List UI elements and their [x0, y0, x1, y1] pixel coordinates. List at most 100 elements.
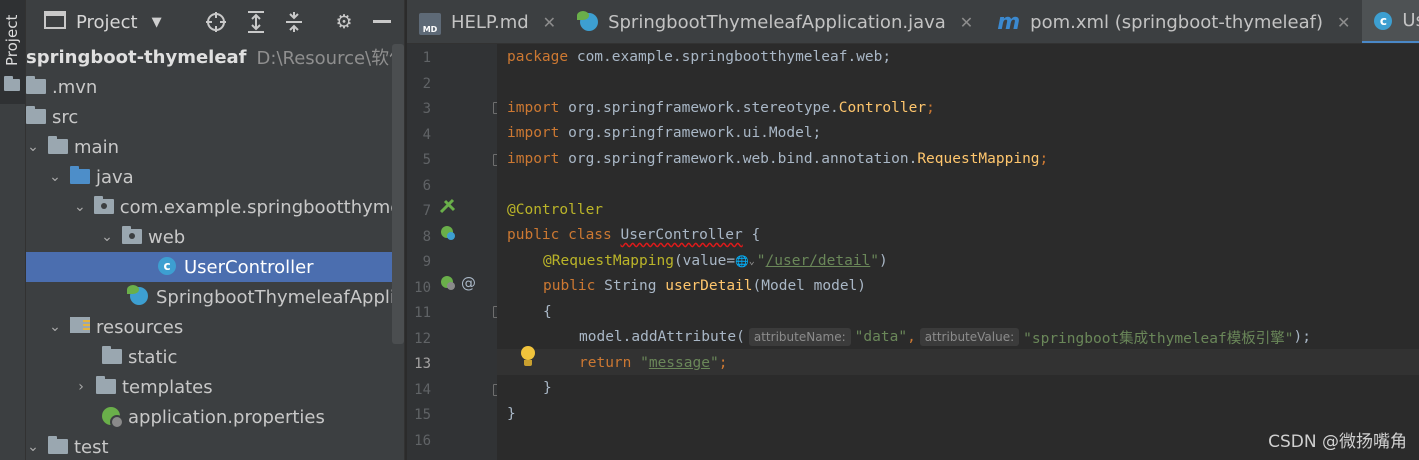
tree-item-label: src — [52, 106, 79, 128]
folder-icon — [26, 106, 46, 127]
tree-item-resources[interactable]: ⌄ resources — [26, 312, 404, 342]
line-number: 2 — [422, 76, 431, 92]
code-line-7: @Controller — [507, 202, 604, 218]
code-line-12: model.addAttribute(attributeName: "data",… — [579, 328, 1311, 347]
tree-item-usercontroller[interactable]: c UserController — [26, 252, 404, 282]
spring-bean-gutter-icon[interactable] — [439, 198, 457, 220]
code-line-10: public String userDetail (Model model) — [543, 278, 867, 294]
lightbulb-icon[interactable] — [519, 346, 537, 368]
code-line-4: import org.springframework.ui.Model; — [507, 125, 822, 141]
line-number: 1 — [422, 50, 431, 66]
chevron-down-icon[interactable]: ⌄ — [48, 319, 62, 335]
line-number: 8 — [422, 229, 431, 245]
code-editor[interactable]: package com.example.springbootthymeleaf.… — [497, 44, 1419, 460]
tree-item-label: web — [148, 226, 186, 248]
close-icon[interactable]: ✕ — [960, 13, 973, 32]
watermark: CSDN @微扬嘴角 — [1268, 432, 1407, 452]
package-icon — [122, 226, 142, 247]
tree-item-springboot-thymeleaf[interactable]: springboot-thymeleaf D:\Resource\软件技术 — [26, 42, 404, 72]
tree-item-static[interactable]: static — [26, 342, 404, 372]
close-icon[interactable]: ✕ — [1337, 13, 1350, 32]
line-number: 14 — [414, 382, 431, 398]
line-number: 3 — [422, 101, 431, 117]
tree-item-label: springboot-thymeleaf — [26, 46, 247, 68]
line-number: 10 — [414, 280, 431, 296]
tree-item-java[interactable]: ⌄ java — [26, 162, 404, 192]
line-number: 4 — [422, 127, 431, 143]
markdown-file-icon: MD — [419, 11, 441, 35]
tree-item-test[interactable]: ⌄ test — [26, 432, 404, 460]
tab-usercontroller[interactable]: c UserController.java — [1362, 0, 1419, 43]
line-number: 9 — [422, 254, 431, 270]
tree-item-label: UserController — [184, 256, 314, 278]
tab-springbootthymeleafapplication[interactable]: SpringbootThymeleafApplication.java ✕ — [568, 0, 985, 43]
class-icon: c — [1374, 11, 1393, 30]
tab-label: HELP.md — [451, 11, 529, 33]
request-mapping-gutter-icon[interactable] — [439, 274, 457, 296]
url-link[interactable]: /user/detail — [766, 253, 871, 269]
chevron-down-icon[interactable]: ⌄ — [74, 199, 86, 215]
tab-pom-xml[interactable]: m pom.xml (springboot-thymeleaf) ✕ — [985, 0, 1362, 43]
class-icon: c — [158, 257, 178, 277]
code-line-8: public class UserController { — [507, 227, 761, 243]
line-number: 12 — [414, 331, 431, 347]
parameter-hint: attributeValue: — [919, 328, 1020, 346]
locate-icon[interactable] — [204, 10, 228, 34]
tree-item-springbootthymeleafapplication[interactable]: SpringbootThymeleafApplication — [26, 282, 404, 312]
project-scrollbar[interactable] — [392, 44, 404, 344]
line-number: 6 — [422, 178, 431, 194]
close-icon[interactable]: ✕ — [543, 13, 556, 32]
tab-label: UserController.java — [1402, 10, 1419, 31]
chevron-right-icon[interactable]: › — [74, 379, 88, 395]
chevron-down-icon: ▼ — [151, 14, 162, 30]
gear-icon[interactable]: ⚙ — [332, 10, 356, 34]
spring-properties-icon — [102, 407, 124, 429]
folder-icon — [4, 76, 20, 91]
tree-item-label: application.properties — [128, 406, 325, 428]
spring-boot-class-icon — [127, 285, 150, 307]
tree-item-label: java — [96, 166, 134, 188]
tree-item-label: test — [74, 436, 109, 458]
tree-item-package-root[interactable]: ⌄ com.example.springbootthymeleaf — [26, 192, 404, 222]
tree-item-web[interactable]: ⌄ web — [26, 222, 404, 252]
chevron-down-icon[interactable]: ⌄ — [749, 256, 755, 267]
project-view-selector[interactable]: Project ▼ — [44, 8, 162, 36]
editor-gutter: 1 2 3 4 5 6 7 8 9 10 11 12 13 14 15 16 @ — [407, 44, 503, 460]
code-line-13: return " message "; — [579, 355, 728, 371]
project-window-icon — [44, 11, 66, 33]
parameter-hint: attributeName: — [748, 328, 851, 346]
maven-icon: m — [997, 9, 1021, 35]
tree-item-mvn[interactable]: .mvn — [26, 72, 404, 102]
tree-item-label: com.example.springbootthymeleaf — [119, 196, 404, 218]
line-number: 5 — [422, 152, 431, 168]
at-sign-icon[interactable]: @ — [461, 274, 476, 292]
tree-item-label: main — [74, 136, 119, 158]
project-panel-title: Project — [76, 11, 138, 33]
chevron-down-icon[interactable]: ⌄ — [48, 169, 62, 185]
tree-item-application-properties[interactable]: application.properties — [26, 402, 404, 432]
minimize-icon[interactable] — [370, 10, 394, 34]
tree-item-label: static — [128, 346, 178, 368]
project-panel-header: Project ▼ ⚙ — [26, 0, 404, 44]
tree-item-templates[interactable]: › templates — [26, 372, 404, 402]
tree-item-main[interactable]: ⌄ main — [26, 132, 404, 162]
spring-bean-navigate-icon[interactable] — [439, 224, 457, 246]
tree-item-label: SpringbootThymeleafApplication — [156, 286, 404, 308]
tab-label: pom.xml (springboot-thymeleaf) — [1030, 11, 1324, 33]
code-line-5: import org.springframework.web.bind.anno… — [507, 151, 1049, 167]
folder-icon — [96, 376, 116, 397]
collapse-all-icon[interactable] — [282, 10, 306, 34]
tree-item-src[interactable]: src — [26, 102, 404, 132]
class-name-error: UserController — [620, 227, 743, 243]
chevron-down-icon[interactable]: ⌄ — [26, 439, 40, 455]
code-line-11: { — [543, 304, 552, 320]
tab-help-md[interactable]: MD HELP.md ✕ — [407, 0, 568, 43]
expand-all-icon[interactable] — [244, 10, 268, 34]
chevron-down-icon[interactable]: ⌄ — [26, 139, 40, 155]
code-line-3: import org.springframework.stereotype. Co… — [507, 100, 935, 116]
globe-icon[interactable]: 🌐 — [735, 255, 749, 268]
chevron-down-icon[interactable]: ⌄ — [100, 229, 114, 245]
line-number: 7 — [422, 203, 431, 219]
code-line-1: package com.example.springbootthymeleaf.… — [507, 49, 892, 65]
code-line-14: } — [543, 380, 552, 396]
